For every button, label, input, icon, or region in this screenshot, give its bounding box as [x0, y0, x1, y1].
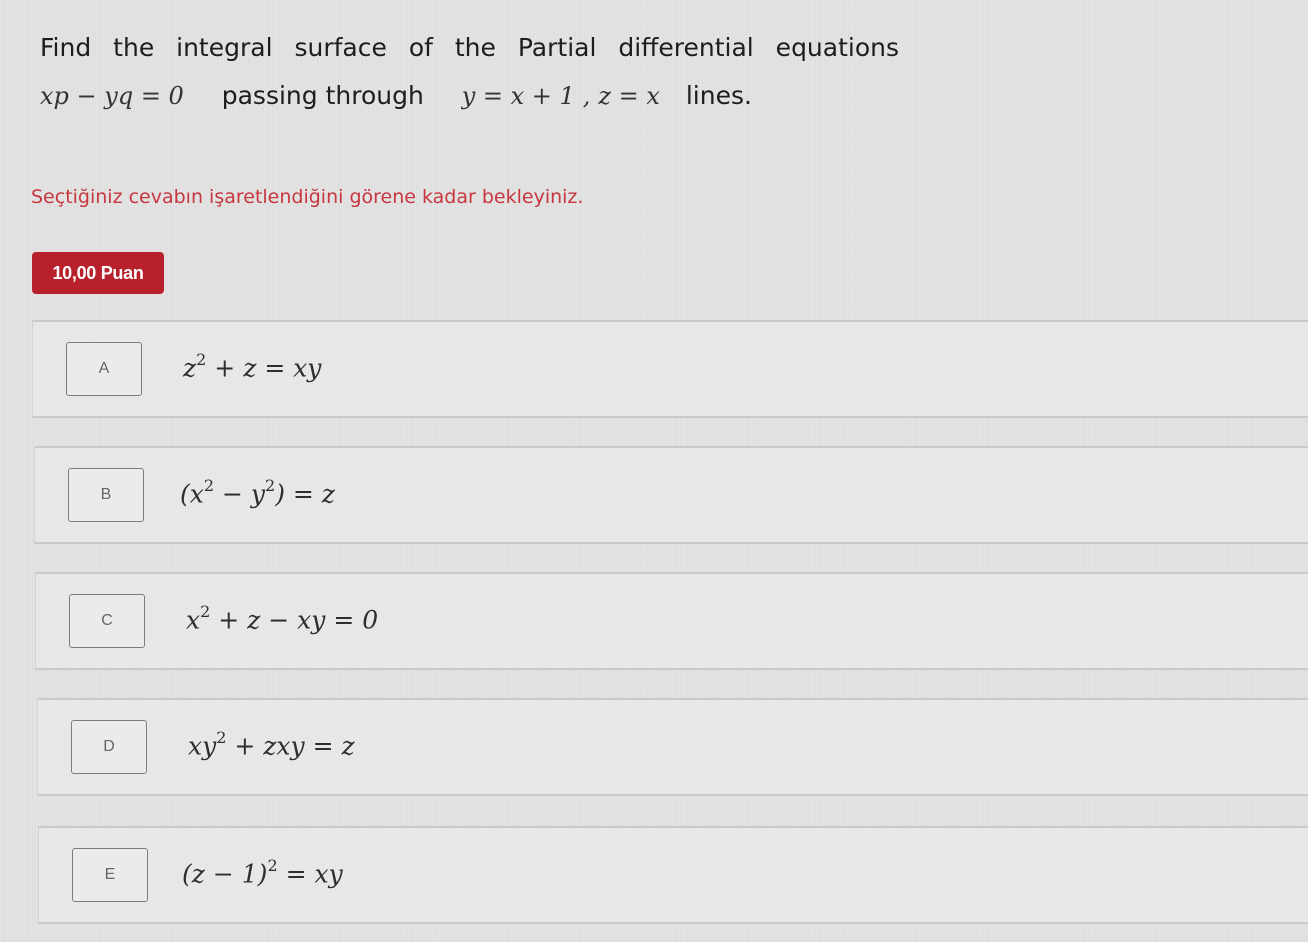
lines-label: lines.	[685, 81, 752, 110]
option-a[interactable]: A z2 + z = xy	[32, 320, 1308, 418]
option-letter-box[interactable]: B	[68, 468, 144, 522]
option-e[interactable]: E (z − 1)2 = xy	[38, 826, 1308, 924]
wait-notice: Seçtiğiniz cevabın işaretlendiğini gören…	[31, 186, 584, 208]
option-answer: (x2 − y2) = z	[180, 476, 335, 509]
points-badge: 10,00 Puan	[32, 252, 164, 294]
option-answer: (z − 1)2 = xy	[182, 856, 343, 889]
option-answer: x2 + z − xy = 0	[186, 602, 379, 635]
question-line-2: xp − yq = 0 passing through y = x + 1 , …	[40, 72, 1040, 120]
line-separator: ,	[582, 82, 591, 110]
option-answer: z2 + z = xy	[183, 350, 322, 383]
option-b[interactable]: B (x2 − y2) = z	[34, 446, 1308, 544]
option-letter-box[interactable]: D	[71, 720, 147, 774]
line-equation-1: y = x + 1	[461, 82, 575, 110]
question-line-1: Find the integral surface of the Partial…	[40, 33, 900, 62]
question-text: Find the integral surface of the Partial…	[40, 24, 1040, 120]
option-letter-box[interactable]: A	[66, 342, 142, 396]
option-answer: xy2 + zxy = z	[188, 728, 355, 761]
option-c[interactable]: C x2 + z − xy = 0	[35, 572, 1308, 670]
option-d[interactable]: D xy2 + zxy = z	[37, 698, 1308, 796]
pde-equation: xp − yq = 0	[40, 82, 184, 110]
option-letter-box[interactable]: E	[72, 848, 148, 902]
option-letter-box[interactable]: C	[69, 594, 145, 648]
line-equation-2: z = x	[598, 82, 660, 110]
passing-through-label: passing through	[221, 81, 424, 110]
